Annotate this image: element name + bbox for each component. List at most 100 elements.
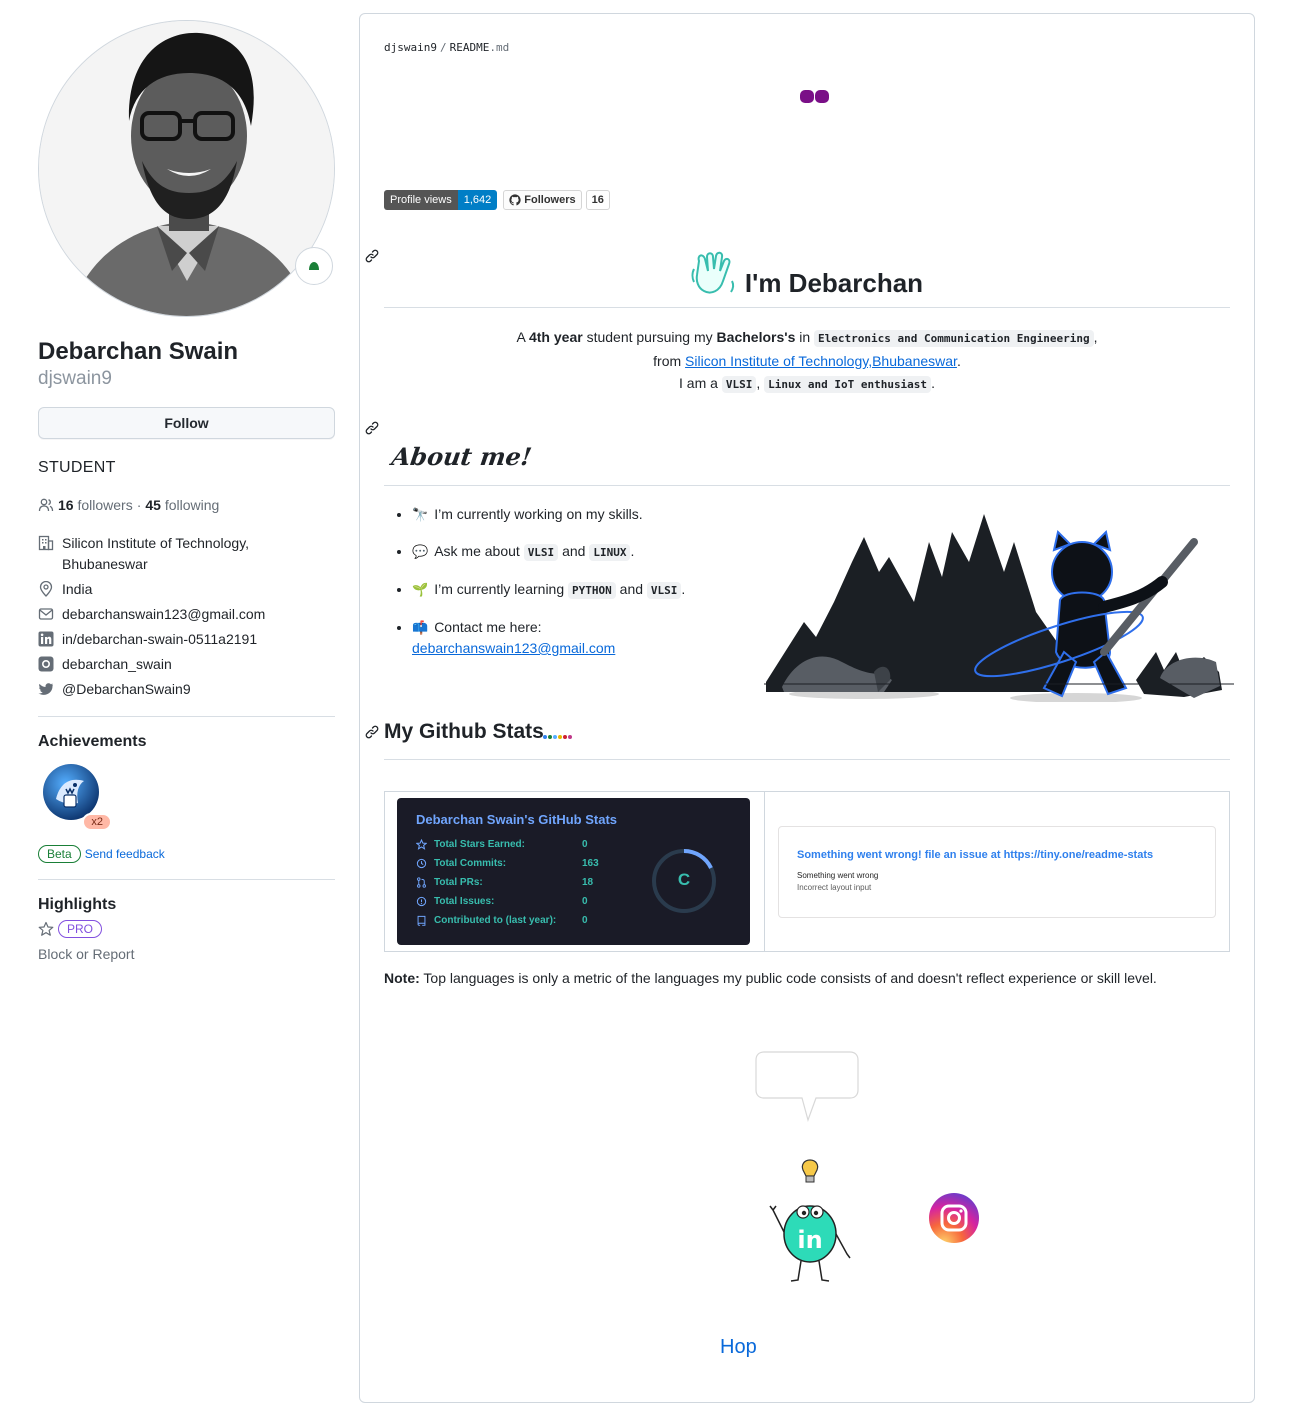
block-report-link[interactable]: Block or Report xyxy=(38,946,335,962)
organization-item: Silicon Institute of Technology, Bhubane… xyxy=(38,533,335,575)
profile-sidebar: Debarchan Swain djswain9 Follow STUDENT … xyxy=(38,20,335,962)
breadcrumb-user[interactable]: djswain9 xyxy=(384,41,437,54)
error-reason: Incorrect layout input xyxy=(797,883,872,892)
stats-card-title: Debarchan Swain's GitHub Stats xyxy=(416,812,618,827)
speech-bubble-illustration xyxy=(755,1051,859,1122)
speech-bubble-icon: 💬 xyxy=(412,544,429,559)
star-icon xyxy=(416,839,427,850)
achievements-title[interactable]: Achievements xyxy=(38,733,335,751)
stats-value: 0 xyxy=(582,839,588,850)
mail-icon xyxy=(38,608,54,620)
breadcrumb-file: README xyxy=(449,41,490,54)
stats-label: Total PRs: xyxy=(434,877,483,888)
about-list: 🔭 I’m currently working on my skills. 💬 As… xyxy=(412,504,752,675)
profile-views-badge[interactable]: Profile views 1,642 xyxy=(384,190,498,210)
feedback-line: Beta Send feedback xyxy=(38,845,335,863)
following-link[interactable]: 45 following xyxy=(145,497,219,513)
history-icon xyxy=(416,858,427,869)
contact-email-link[interactable]: debarchanswain123@gmail.com xyxy=(412,640,615,656)
stats-anchor-link-icon[interactable] xyxy=(364,724,380,740)
people-icon xyxy=(38,498,54,512)
note-label: Note: xyxy=(384,970,420,986)
intro-text: , xyxy=(756,375,765,391)
status-button[interactable] xyxy=(295,247,333,285)
intro-line-2: from Silicon Institute of Technology,Bhu… xyxy=(384,350,1230,372)
following-count: 45 xyxy=(145,497,161,513)
linkedin-icon xyxy=(38,631,54,647)
about-item-text: I’m currently learning xyxy=(434,581,569,597)
breadcrumb: djswain9/README.md xyxy=(384,41,509,54)
twitter-item: @DebarchanSwain9 xyxy=(38,679,335,700)
note-text: Top languages is only a metric of the la… xyxy=(419,970,1157,986)
beta-label: Beta xyxy=(38,845,81,863)
about-item-text: . xyxy=(630,543,635,559)
stats-label: Total Commits: xyxy=(434,858,507,869)
hop-link[interactable]: Hop xyxy=(720,1336,757,1359)
profile-bio: STUDENT xyxy=(38,459,116,476)
colored-dots-icon xyxy=(543,735,572,739)
linkedin-link[interactable]: in/debarchan-swain-0511a2191 xyxy=(62,629,257,650)
profile-views-value: 1,642 xyxy=(457,190,498,210)
mailbox-icon: 📫 xyxy=(412,620,429,635)
about-code-linux: LINUX xyxy=(589,544,631,561)
linkedin-mascot-link[interactable]: in xyxy=(765,1158,855,1284)
intro-text: from xyxy=(653,353,686,369)
twitter-link[interactable]: @DebarchanSwain9 xyxy=(62,679,191,700)
about-item-ask: 💬 Ask me about VLSI and LINUX. xyxy=(412,541,752,563)
follow-button[interactable]: Follow xyxy=(38,407,335,439)
intro-heading: I'm Debarchan xyxy=(384,240,1230,308)
linkedin-mascot-text: in xyxy=(797,1226,822,1254)
about-code-python: PYTHON xyxy=(568,582,616,599)
stats-value: 0 xyxy=(582,896,588,907)
error-card[interactable]: Something went wrong! file an issue at h… xyxy=(778,826,1216,918)
pro-badge[interactable]: PRO xyxy=(58,920,103,938)
star-icon xyxy=(38,921,54,936)
octocat-forest-illustration xyxy=(764,514,1234,702)
followers-separator: · xyxy=(136,497,142,513)
stats-row-commits: Total Commits: 163 xyxy=(416,858,599,869)
highlights-title: Highlights xyxy=(38,896,117,913)
followers-line: 16 followers · 45 following xyxy=(38,497,335,513)
sidebar-divider-2 xyxy=(38,879,335,880)
intro-text: in xyxy=(795,329,815,345)
github-stats-card[interactable]: Debarchan Swain's GitHub Stats Total Sta… xyxy=(397,798,750,945)
location-icon xyxy=(39,581,53,597)
intro-text: . xyxy=(956,353,961,369)
github-icon xyxy=(509,194,521,206)
about-item-text: and xyxy=(558,543,590,559)
organization-text: Silicon Institute of Technology, Bhubane… xyxy=(62,535,250,572)
send-feedback-link[interactable]: Send feedback xyxy=(85,847,165,861)
intro-text: I am a xyxy=(679,375,722,391)
linkedin-item: in/debarchan-swain-0511a2191 xyxy=(38,629,335,650)
intro-text: . xyxy=(931,375,935,391)
intro-bold-year: 4th year xyxy=(528,329,583,345)
stats-row-issues: Total Issues: 0 xyxy=(416,896,588,907)
instagram-logo-link[interactable] xyxy=(928,1192,980,1244)
stats-row-stars: Total Stars Earned: 0 xyxy=(416,839,588,850)
profile-full-name: Debarchan Swain xyxy=(38,338,239,365)
waving-hand-icon xyxy=(691,251,735,294)
followers-badge[interactable]: Followers 16 xyxy=(503,190,610,210)
stats-cell: Debarchan Swain's GitHub Stats Total Sta… xyxy=(385,792,765,951)
college-link[interactable]: Silicon Institute of Technology,Bhubanes… xyxy=(685,353,957,369)
followers-link[interactable]: 16 followers xyxy=(58,497,133,513)
followers-badge-label: Followers xyxy=(503,190,582,210)
stats-label: Total Stars Earned: xyxy=(434,839,525,850)
instagram-link[interactable]: debarchan_swain xyxy=(62,654,172,675)
stats-label: Contributed to (last year): xyxy=(434,915,557,926)
achievement-badge[interactable]: x2 xyxy=(42,763,112,831)
intro-heading-text: I'm Debarchan xyxy=(744,268,924,298)
readme-badges: Profile views 1,642 Followers 16 xyxy=(384,190,610,210)
stats-label: Total Issues: xyxy=(434,896,495,907)
stats-row-prs: Total PRs: 18 xyxy=(416,877,593,888)
intro-code-branch: Electronics and Communication Engineerin… xyxy=(814,330,1094,347)
avatar[interactable] xyxy=(38,20,335,317)
stats-value: 18 xyxy=(582,877,594,888)
location-item: India xyxy=(38,579,335,600)
avatar-photo xyxy=(39,21,334,316)
heading-anchor-link-icon[interactable] xyxy=(364,248,380,264)
about-anchor-link-icon[interactable] xyxy=(364,420,380,436)
status-emoji-icon xyxy=(309,262,319,270)
breadcrumb-extension: .md xyxy=(489,41,510,54)
email-link[interactable]: debarchanswain123@gmail.com xyxy=(62,604,265,625)
